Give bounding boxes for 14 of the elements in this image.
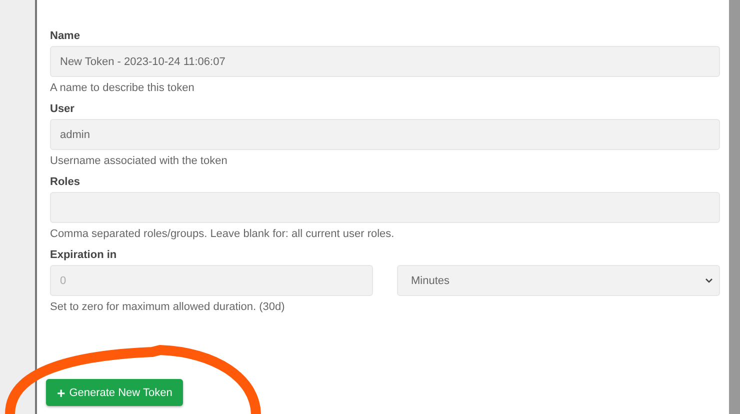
field-label: Expiration in — [50, 249, 118, 261]
input-field[interactable]: New Token - 2023-10-24 11:06:07 — [50, 46, 720, 77]
field-label: Name — [50, 30, 81, 42]
help-text: Comma separated roles/groups. Leave blank for: all current user roles. — [50, 228, 396, 240]
help-text: A name to describe this token — [50, 82, 196, 94]
field-label: Roles — [50, 176, 81, 188]
help-text: Set to zero for maximum allowed duration. (30d) — [50, 301, 286, 313]
input-field[interactable]: admin — [50, 119, 720, 150]
help-text: Username associated with the token — [50, 155, 228, 167]
select-dropdown[interactable]: Minutes — [397, 265, 720, 296]
field-label: User — [50, 103, 76, 115]
chevron-down-icon — [705, 278, 713, 283]
input-field[interactable]: 0 — [50, 265, 373, 296]
generate-button[interactable]: + Generate New Token — [46, 379, 184, 406]
